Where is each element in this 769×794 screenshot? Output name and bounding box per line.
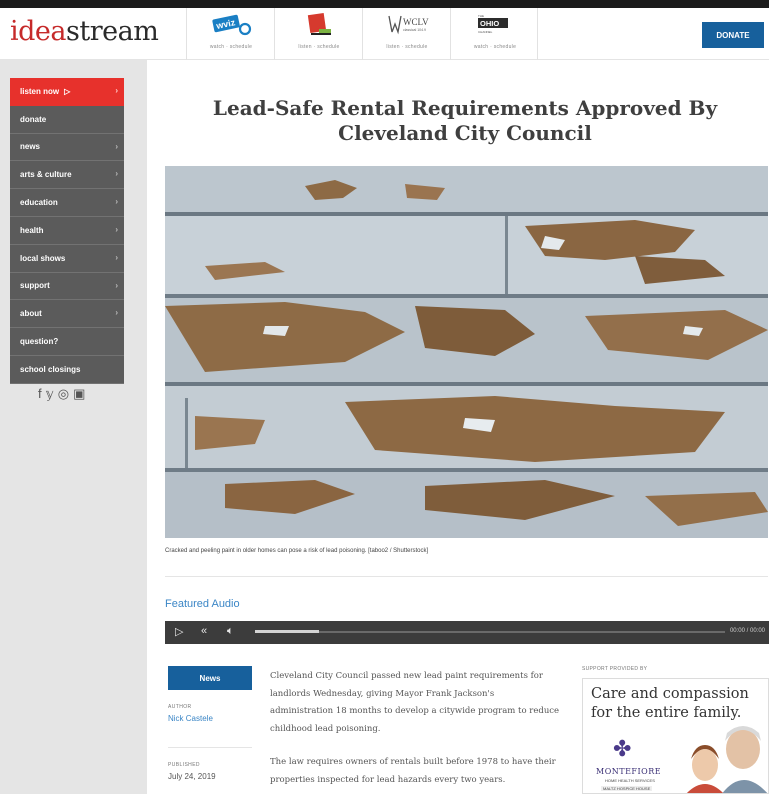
meta-divider bbox=[168, 747, 252, 748]
sidebar-item-news[interactable]: news › bbox=[10, 133, 124, 162]
facebook-icon[interactable]: f bbox=[38, 386, 42, 402]
station-links-text[interactable]: watch · schedule bbox=[187, 44, 275, 50]
station-links-text[interactable]: listen · schedule bbox=[275, 44, 363, 50]
montefiore-logo-icon: ✤ bbox=[613, 736, 632, 761]
station-links-text[interactable]: listen · schedule bbox=[363, 44, 451, 50]
sidebar-item-about[interactable]: about › bbox=[10, 300, 124, 329]
audio-progress-fill bbox=[255, 630, 319, 633]
author-link[interactable]: Nick Castele bbox=[168, 714, 213, 723]
divider bbox=[165, 576, 768, 577]
ad-subtext: MALTZ HOSPICE HOUSE bbox=[601, 786, 653, 791]
audio-time: 00:00 / 00:00 bbox=[729, 628, 765, 634]
sidebar-item-label: support bbox=[20, 281, 50, 291]
featured-audio-heading: Featured Audio bbox=[165, 598, 240, 610]
sidebar-item-label: health bbox=[20, 225, 44, 235]
sidebar-item-education[interactable]: education › bbox=[10, 189, 124, 217]
volume-icon[interactable]: 🔈︎ bbox=[227, 625, 234, 638]
ideastream-logo[interactable]: ideastream bbox=[10, 16, 159, 47]
rewind-icon[interactable]: « bbox=[201, 625, 207, 637]
station-links: wviz watch · schedule listen · schedule bbox=[186, 8, 538, 60]
sidebar-item-listen-now[interactable]: listen now ▷ › bbox=[10, 78, 124, 106]
sidebar-item-label: donate bbox=[20, 114, 47, 124]
ad-headline: Care and compassion for the entire famil… bbox=[591, 686, 749, 721]
play-icon: ▷ bbox=[64, 87, 71, 97]
sidebar-item-school-closings[interactable]: school closings bbox=[10, 355, 124, 384]
ad-subtext: HOME HEALTH SERVICES bbox=[605, 778, 655, 783]
station-wviz[interactable]: wviz watch · schedule bbox=[186, 8, 274, 60]
station-channel[interactable]: listen · schedule bbox=[274, 8, 362, 60]
chevron-right-icon: › bbox=[115, 224, 118, 234]
sidebar-item-support[interactable]: support › bbox=[10, 272, 124, 301]
photo-caption: Cracked and peeling paint in older homes… bbox=[165, 548, 429, 554]
chevron-right-icon: › bbox=[115, 280, 118, 290]
ad-family-photo bbox=[681, 719, 768, 793]
chevron-right-icon: › bbox=[115, 252, 118, 262]
audio-player: ▷ « 🔈︎ 00:00 / 00:00 bbox=[165, 621, 769, 644]
sidebar-item-label: education bbox=[20, 198, 58, 208]
sponsor-ad[interactable]: Care and compassion for the entire famil… bbox=[582, 678, 769, 794]
article-body: Cleveland City Council passed new lead p… bbox=[270, 668, 560, 794]
chevron-right-icon: › bbox=[115, 197, 118, 207]
station-ohio-channel[interactable]: THE OHIO CHANNEL watch · schedule bbox=[450, 8, 538, 60]
sidebar-item-label: question? bbox=[20, 337, 59, 347]
station-links-text[interactable]: watch · schedule bbox=[451, 44, 539, 50]
sidebar-item-label: about bbox=[20, 309, 42, 319]
sidebar-item-label: local shows bbox=[20, 253, 66, 263]
category-tag[interactable]: News bbox=[168, 666, 252, 690]
donate-button[interactable]: DONATE bbox=[702, 22, 764, 48]
sidebar-item-label: arts & culture bbox=[20, 170, 72, 180]
sponsor-label: SUPPORT PROVIDED BY bbox=[582, 666, 648, 672]
play-icon[interactable]: ▷ bbox=[175, 625, 183, 638]
chevron-right-icon: › bbox=[115, 86, 118, 95]
sidebar-item-question[interactable]: question? bbox=[10, 328, 124, 356]
sidebar-item-local-shows[interactable]: local shows › bbox=[10, 244, 124, 273]
wviz-logo-icon[interactable]: wviz bbox=[205, 11, 257, 39]
published-date: July 24, 2019 bbox=[168, 772, 216, 781]
author-label: AUTHOR bbox=[168, 704, 192, 710]
sidebar-item-health[interactable]: health › bbox=[10, 216, 124, 245]
published-label: PUBLISHED bbox=[168, 762, 200, 768]
audio-progress-track[interactable] bbox=[255, 631, 725, 633]
youtube-icon[interactable]: ▣ bbox=[73, 386, 85, 402]
article-paragraph: Cleveland City Council passed new lead p… bbox=[270, 671, 560, 734]
sidebar-item-arts-culture[interactable]: arts & culture › bbox=[10, 161, 124, 190]
sidebar-item-label: news bbox=[20, 142, 41, 152]
sidebar-item-donate[interactable]: donate bbox=[10, 105, 124, 134]
channel-logo-icon[interactable] bbox=[293, 11, 345, 39]
top-bar bbox=[0, 0, 769, 8]
svg-text:OHIO: OHIO bbox=[480, 19, 499, 28]
social-links: f 𝕪 ◎ ▣ bbox=[38, 386, 85, 402]
sidebar-item-label: listen now bbox=[20, 87, 60, 97]
chevron-right-icon: › bbox=[115, 141, 118, 151]
chevron-right-icon: › bbox=[115, 169, 118, 179]
article-photo[interactable] bbox=[165, 166, 768, 538]
svg-text:classical 104.9: classical 104.9 bbox=[403, 28, 426, 32]
svg-text:WCLV: WCLV bbox=[403, 17, 429, 27]
svg-text:CHANNEL: CHANNEL bbox=[478, 30, 493, 34]
site-header: ideastream wviz watch · schedule listen bbox=[0, 8, 769, 60]
ad-brand: MONTEFIORE bbox=[596, 767, 662, 776]
station-wclv[interactable]: WCLV classical 104.9 listen · schedule bbox=[362, 8, 450, 60]
article-paragraph: The law requires owners of rentals built… bbox=[270, 757, 556, 785]
sidebar-item-label: school closings bbox=[20, 364, 81, 374]
svg-text:THE: THE bbox=[478, 14, 484, 18]
sidebar-nav: listen now ▷ › donate news › arts & cult… bbox=[10, 78, 124, 384]
chevron-right-icon: › bbox=[115, 308, 118, 318]
ohio-channel-logo-icon[interactable]: THE OHIO CHANNEL bbox=[469, 11, 521, 39]
wclv-logo-icon[interactable]: WCLV classical 104.9 bbox=[381, 11, 433, 39]
article-title: Lead-Safe Rental Requirements Approved B… bbox=[212, 96, 718, 145]
instagram-icon[interactable]: ◎ bbox=[58, 386, 69, 402]
twitter-icon[interactable]: 𝕪 bbox=[46, 386, 54, 402]
